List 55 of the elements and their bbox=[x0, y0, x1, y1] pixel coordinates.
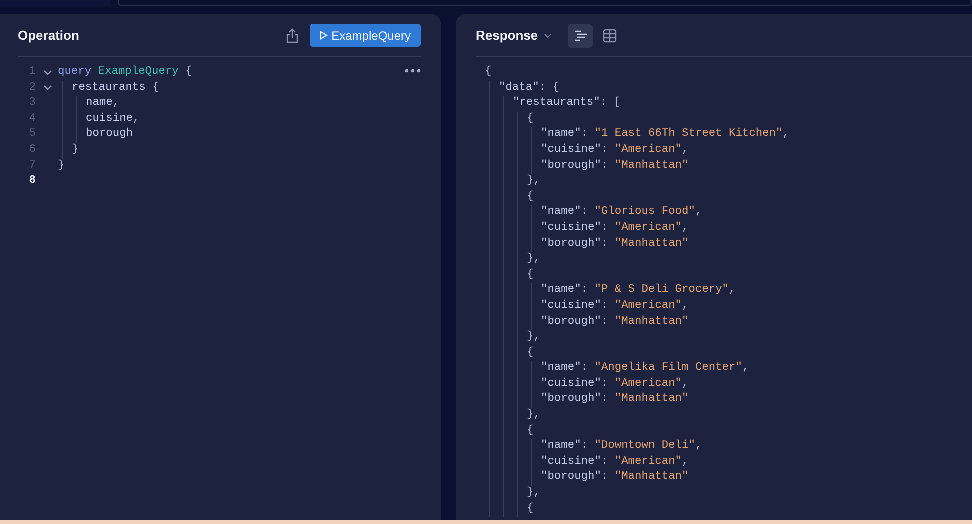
code-line: "borough": "Manhattan" bbox=[541, 236, 689, 252]
code-line: "name": "P & S Deli Grocery", bbox=[541, 283, 736, 298]
code-line: cuisine, bbox=[86, 112, 140, 127]
code-line: "cuisine": "American", bbox=[541, 220, 689, 236]
code-line: "borough": "Manhattan" bbox=[541, 158, 689, 174]
more-icon[interactable] bbox=[405, 69, 421, 73]
line-number: 6 bbox=[28, 142, 36, 158]
code-line: { bbox=[527, 502, 534, 517]
code-line: }, bbox=[527, 252, 540, 268]
code-line: "cuisine": "American", bbox=[541, 376, 689, 392]
code-line: } bbox=[58, 158, 65, 174]
panel-title: Operation bbox=[18, 28, 80, 43]
code-line: { bbox=[527, 268, 534, 283]
table-icon bbox=[602, 28, 617, 42]
line-number: 4 bbox=[28, 112, 36, 127]
list-icon bbox=[574, 30, 588, 42]
list-view-button[interactable] bbox=[568, 24, 594, 48]
code-line: { bbox=[527, 424, 534, 439]
code-line: }, bbox=[527, 174, 540, 190]
response-dropdown[interactable]: Response bbox=[476, 28, 552, 43]
share-icon[interactable] bbox=[286, 28, 299, 44]
code-line: restaurants { bbox=[72, 80, 160, 96]
code-line: "restaurants": [ bbox=[513, 96, 620, 112]
code-line: }, bbox=[527, 408, 540, 424]
run-button[interactable]: ExampleQuery bbox=[310, 24, 421, 47]
code-line: name, bbox=[86, 96, 120, 112]
code-line: "cuisine": "American", bbox=[541, 454, 689, 470]
line-number: 7 bbox=[28, 158, 36, 174]
line-number: 5 bbox=[28, 127, 36, 142]
code-line: "borough": "Manhattan" bbox=[541, 392, 689, 408]
line-number: 1 bbox=[28, 65, 36, 80]
code-line: { bbox=[527, 112, 534, 127]
play-icon bbox=[320, 31, 328, 40]
code-line: { bbox=[527, 190, 534, 205]
code-line: } bbox=[72, 142, 79, 158]
code-line: query ExampleQuery { bbox=[58, 65, 192, 80]
code-line: "data": { bbox=[499, 80, 560, 96]
chevron-icon[interactable] bbox=[43, 68, 53, 78]
code-line: }, bbox=[527, 486, 540, 502]
code-line: "name": "Downtown Deli", bbox=[541, 439, 702, 454]
line-number: 8 bbox=[28, 174, 36, 190]
code-line: borough bbox=[86, 127, 133, 142]
line-number: 3 bbox=[28, 96, 36, 112]
chevron-icon bbox=[544, 32, 552, 38]
code-line: "cuisine": "American", bbox=[541, 142, 689, 158]
line-number: 2 bbox=[28, 80, 36, 96]
code-line: "name": "Angelika Film Center", bbox=[541, 361, 750, 376]
code-line: "borough": "Manhattan" bbox=[541, 470, 689, 486]
code-line: }, bbox=[527, 330, 540, 346]
code-line: "borough": "Manhattan" bbox=[541, 314, 689, 330]
code-line: { bbox=[485, 65, 492, 80]
code-line: "cuisine": "American", bbox=[541, 298, 689, 314]
code-line: "name": "1 East 66Th Street Kitchen", bbox=[541, 127, 790, 142]
code-line: { bbox=[527, 346, 534, 361]
code-line: "name": "Glorious Food", bbox=[541, 205, 702, 220]
